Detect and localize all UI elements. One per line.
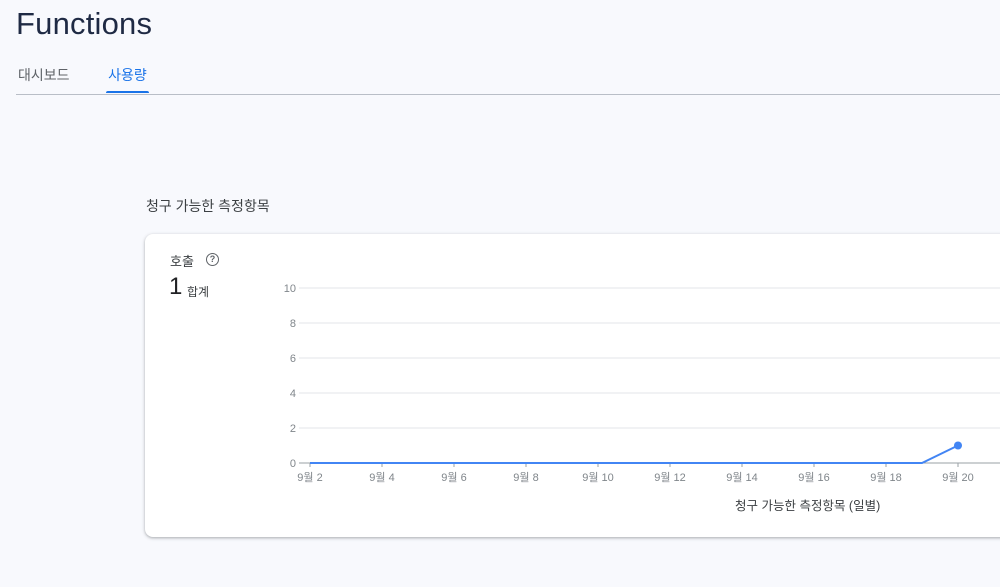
data-point [954, 441, 962, 450]
x-tick-label: 9월 20 [942, 471, 974, 484]
section-title: 청구 가능한 측정항목 [146, 198, 270, 214]
x-tick-label: 9월 16 [798, 471, 830, 484]
tab-bar: 대시보드 사용량 [16, 62, 1000, 95]
y-tick-label: 8 [290, 318, 296, 330]
tab-usage[interactable]: 사용량 [106, 62, 149, 93]
page-title: Functions [16, 6, 153, 41]
usage-line-chart: 0 2 4 6 8 10 9월 2 9월 4 9월 6 9월 8 9월 10 9월 12 9월 14 9월… [284, 283, 1000, 484]
tab-dashboard[interactable]: 대시보드 [18, 62, 70, 93]
tab-usage-label: 사용량 [108, 67, 147, 83]
x-tick-label: 9월 6 [441, 471, 466, 484]
x-tick-label: 9월 18 [870, 471, 902, 484]
active-tab-indicator [106, 91, 149, 93]
y-tick-label: 2 [290, 423, 296, 435]
y-tick-label: 4 [290, 388, 296, 400]
series-line [310, 444, 959, 464]
x-tick-label: 9월 8 [513, 471, 538, 484]
x-axis-title: 청구 가능한 측정항목 (일별) [735, 499, 881, 513]
metric-card: 호출 ? 1 합계 0 2 4 6 8 10 9월 2 9월 4 9월 6 9월 8 9월 10 9월… [145, 234, 1000, 537]
y-tick-label: 0 [290, 458, 296, 470]
y-tick-label: 6 [290, 353, 296, 365]
x-tick-label: 9월 4 [369, 471, 394, 484]
x-tick-label: 9월 2 [297, 471, 322, 484]
y-tick-label: 10 [284, 283, 296, 295]
x-tick-label: 9월 10 [582, 471, 614, 484]
tab-dashboard-label: 대시보드 [18, 67, 70, 83]
x-tick-label: 9월 12 [654, 471, 686, 484]
x-tick-label: 9월 14 [726, 471, 758, 484]
